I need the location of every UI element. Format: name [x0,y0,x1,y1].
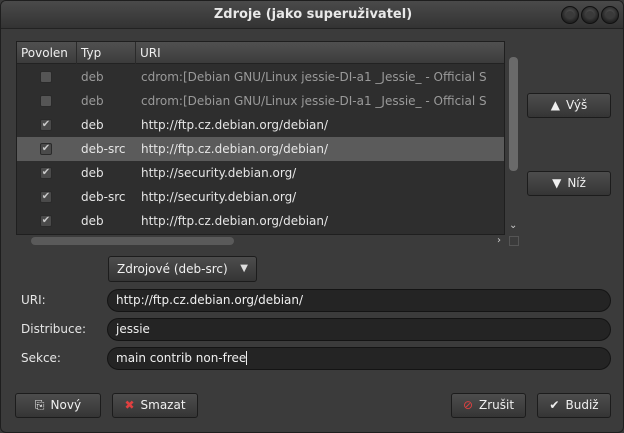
scroll-corner [509,236,519,246]
ok-button[interactable]: ✔ Budiž [537,393,611,418]
vertical-scrollbar[interactable] [509,57,518,171]
uri-label: URI: [21,293,46,307]
column-header-enabled[interactable]: Povolen [17,42,77,64]
new-document-icon: ⎘ [34,398,45,412]
uri-cell: http://ftp.cz.debian.org/debian/ [141,214,329,228]
type-cell: deb-src [81,142,126,156]
type-combo[interactable]: Zdrojové (deb-src) ▼ [108,256,257,282]
distribution-value: jessie [116,322,150,336]
window-title: Zdroje (jako superuživatel) [213,7,413,22]
type-cell: deb [81,214,104,228]
new-label: Nový [50,398,82,412]
type-cell: deb-src [81,190,126,204]
enabled-checkbox[interactable]: ✔ [40,167,52,179]
text-caret [246,351,248,365]
table-row[interactable]: ✔ deb http://security.debian.org/ [17,161,504,185]
chevron-down-icon: ▼ [240,263,248,274]
delete-button[interactable]: ✖ Smazat [112,393,198,418]
move-down-button[interactable]: ▼ Níž [527,171,611,196]
table-row[interactable]: deb cdrom:[Debian GNU/Linux jessie-DI-a1 … [17,89,504,113]
delete-icon: ✖ [124,398,135,412]
type-cell: deb [81,166,104,180]
uri-cell: http://security.debian.org/ [141,190,297,204]
new-button[interactable]: ⎘ Nový [15,393,101,418]
move-up-button[interactable]: ▲ Výš [527,93,611,118]
scroll-right-arrow-icon[interactable]: › [497,235,507,247]
enabled-checkbox[interactable]: ✔ [40,215,52,227]
column-header-type[interactable]: Typ [77,42,136,64]
horizontal-scrollbar[interactable] [31,237,234,245]
sections-value: main contrib non-free [116,351,247,365]
move-down-label: Níž [567,176,586,190]
close-button[interactable] [601,6,619,24]
delete-label: Smazat [140,398,186,412]
sections-field[interactable]: main contrib non-free [107,347,611,370]
distribution-label: Distribuce: [21,322,87,336]
table-row[interactable]: deb cdrom:[Debian GNU/Linux jessie-DI-a1 … [17,65,504,89]
enabled-checkbox[interactable] [40,71,52,83]
uri-cell: http://security.debian.org/ [141,166,297,180]
enabled-checkbox[interactable]: ✔ [40,119,52,131]
uri-value: http://ftp.cz.debian.org/debian/ [116,293,304,307]
table-row[interactable]: ✔ deb http://ftp.cz.debian.org/debian/ [17,209,504,233]
cancel-icon: ⊘ [462,398,473,412]
column-header-uri[interactable]: URI [136,42,504,64]
arrow-up-icon: ▲ [550,98,560,112]
enabled-checkbox[interactable]: ✔ [40,191,52,203]
titlebar: Zdroje (jako superuživatel) [1,1,623,29]
type-cell: deb [81,70,104,84]
move-up-label: Výš [565,98,588,112]
maximize-button[interactable] [581,6,599,24]
distribution-field[interactable]: jessie [107,318,611,341]
table-row[interactable]: ✔ deb-src http://ftp.cz.debian.org/debian/ [17,137,504,161]
table-row[interactable]: ✔ deb-src http://security.debian.org/ [17,185,504,209]
enabled-checkbox[interactable]: ✔ [40,143,52,155]
sections-label: Sekce: [21,351,61,365]
type-combo-value: Zdrojové (deb-src) [117,262,228,276]
uri-cell: cdrom:[Debian GNU/Linux jessie-DI-a1 _Je… [141,94,487,108]
checkmark-icon: ✔ [549,398,560,412]
scroll-down-arrow-icon[interactable]: ⌄ [509,221,519,231]
uri-cell: http://ftp.cz.debian.org/debian/ [141,142,329,156]
arrow-down-icon: ▼ [552,176,562,190]
sources-window: Zdroje (jako superuživatel) Povolen Typ … [0,0,624,433]
cancel-button[interactable]: ⊘ Zrušit [451,393,526,418]
uri-cell: cdrom:[Debian GNU/Linux jessie-DI-a1 _Je… [141,70,487,84]
table-row[interactable]: ✔ deb http://ftp.cz.debian.org/debian/ [17,113,504,137]
table-header: Povolen Typ URI [17,42,504,64]
type-cell: deb [81,94,104,108]
type-cell: deb [81,118,104,132]
cancel-label: Zrušit [479,398,515,412]
ok-label: Budiž [565,398,599,412]
uri-field[interactable]: http://ftp.cz.debian.org/debian/ [107,289,611,312]
enabled-checkbox[interactable] [40,95,52,107]
uri-cell: http://ftp.cz.debian.org/debian/ [141,118,329,132]
sources-table: Povolen Typ URI deb cdrom:[Debian GNU/Lin… [16,41,505,235]
minimize-button[interactable] [561,6,579,24]
